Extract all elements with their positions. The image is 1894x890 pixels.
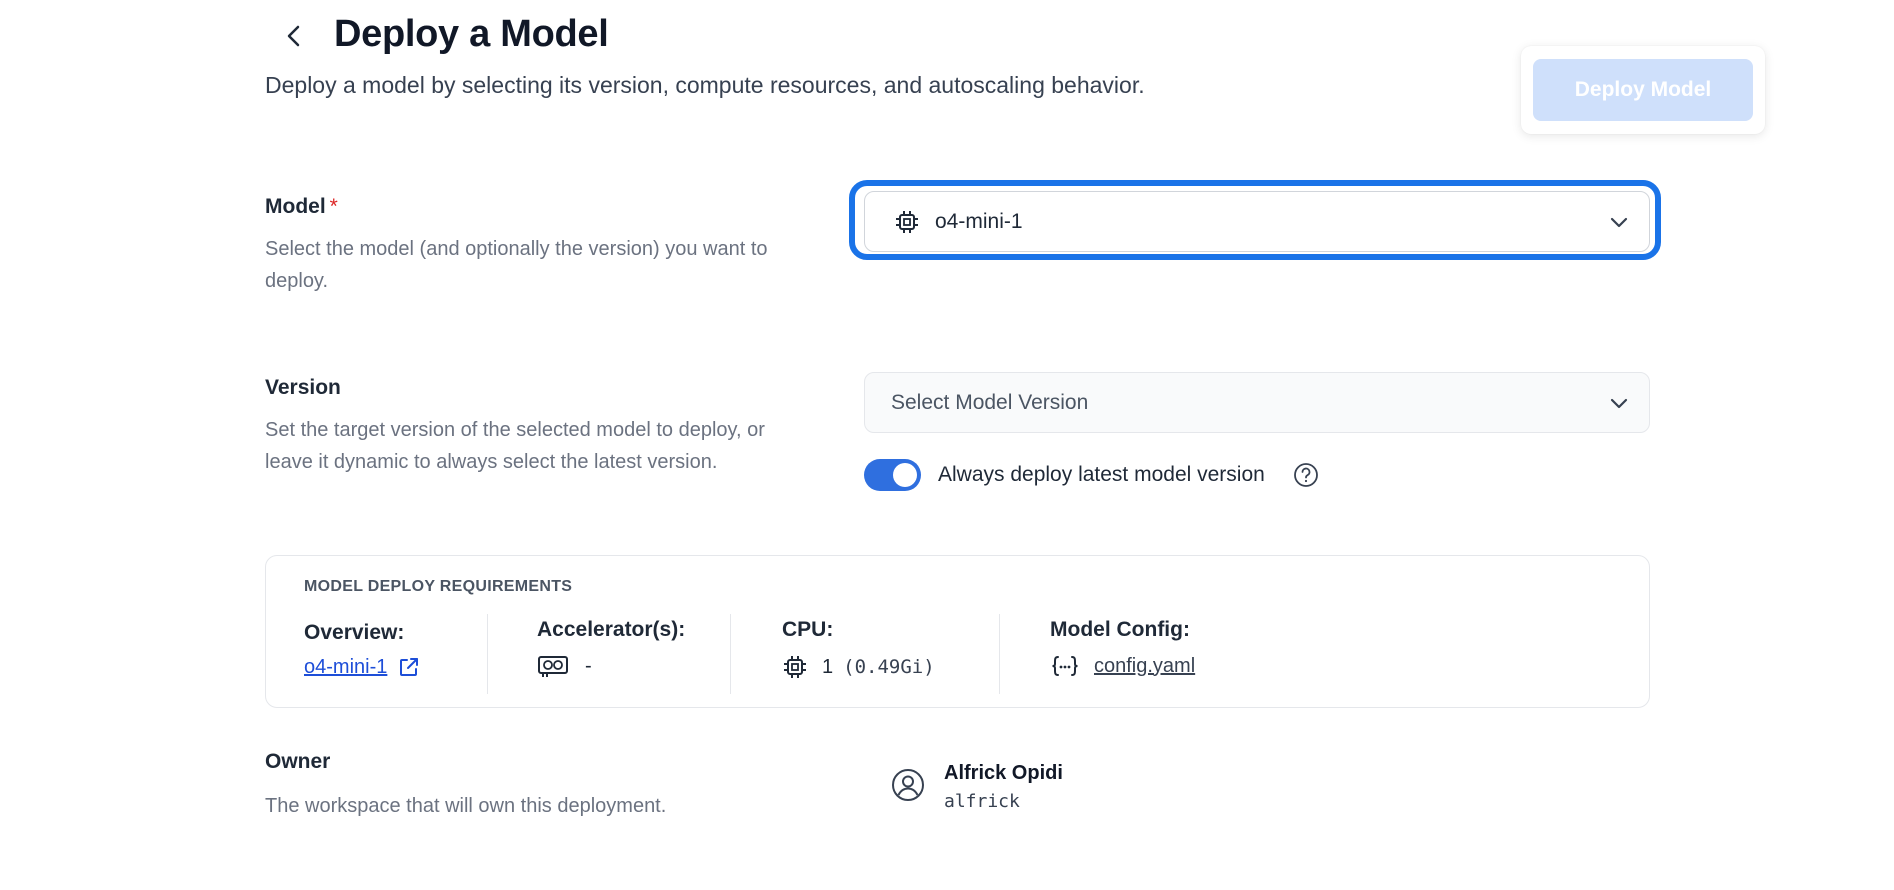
external-link-icon[interactable] xyxy=(397,655,421,679)
model-select[interactable]: o4-mini-1 xyxy=(864,191,1650,252)
toggle-knob xyxy=(893,463,917,487)
owner-handle: alfrick xyxy=(944,791,1020,812)
accelerator-value: - xyxy=(585,654,592,677)
model-config-label: Model Config: xyxy=(1050,618,1190,641)
accelerator-column: Accelerator(s): - xyxy=(537,616,685,678)
owner-name: Alfrick Opidi xyxy=(944,762,1063,784)
latest-version-toggle-label: Always deploy latest model version xyxy=(938,463,1265,486)
deploy-action-card: Deploy Model xyxy=(1521,46,1765,134)
deploy-model-button[interactable]: Deploy Model xyxy=(1533,59,1753,121)
version-select[interactable]: Select Model Version xyxy=(864,372,1650,433)
cpu-memory: (0.49Gi) xyxy=(843,656,935,678)
requirements-title: MODEL DEPLOY REQUIREMENTS xyxy=(304,578,573,595)
column-divider xyxy=(730,614,731,694)
config-file-link[interactable]: config.yaml xyxy=(1094,655,1195,678)
cpu-value: 1 xyxy=(822,655,834,678)
column-divider xyxy=(487,614,488,694)
model-label-text: Model xyxy=(265,195,326,218)
accelerator-label: Accelerator(s): xyxy=(537,618,686,641)
deploy-model-page: Deploy a Model Deploy a model by selecti… xyxy=(0,0,1894,890)
owner-label: Owner xyxy=(265,750,331,773)
gpu-icon xyxy=(538,656,568,677)
model-deploy-requirements: MODEL DEPLOY REQUIREMENTS Overview: o4-m… xyxy=(265,555,1650,708)
code-braces-icon xyxy=(1052,656,1078,676)
model-select-value: o4-mini-1 xyxy=(935,209,1023,233)
model-config-column: Model Config: config.yaml xyxy=(1050,616,1195,678)
help-circle-icon[interactable] xyxy=(1293,462,1319,488)
version-label: Version xyxy=(265,376,341,399)
overview-label: Overview: xyxy=(304,621,405,644)
overview-column: Overview: o4-mini-1 xyxy=(304,619,421,679)
back-button[interactable] xyxy=(280,18,308,54)
page-subtitle: Deploy a model by selecting its version,… xyxy=(265,72,1145,98)
model-description: Select the model (and optionally the ver… xyxy=(265,238,768,292)
chevron-down-icon xyxy=(1610,217,1628,228)
overview-link[interactable]: o4-mini-1 xyxy=(304,656,387,679)
chip-icon xyxy=(784,656,806,678)
model-label: Model * xyxy=(265,193,338,221)
version-select-placeholder: Select Model Version xyxy=(891,390,1089,414)
page-title: Deploy a Model xyxy=(334,13,609,55)
chevron-left-icon xyxy=(287,25,300,47)
chevron-down-icon xyxy=(1610,398,1628,409)
chip-icon xyxy=(893,208,921,236)
cpu-label: CPU: xyxy=(782,618,834,641)
owner-description: The workspace that will own this deploym… xyxy=(265,795,667,817)
column-divider xyxy=(999,614,1000,694)
user-circle-icon xyxy=(892,769,924,801)
version-description: Set the target version of the selected m… xyxy=(265,419,765,473)
required-mark: * xyxy=(329,195,338,218)
latest-version-toggle[interactable] xyxy=(864,459,921,491)
cpu-column: CPU: 1 (0.49Gi) xyxy=(782,616,935,680)
